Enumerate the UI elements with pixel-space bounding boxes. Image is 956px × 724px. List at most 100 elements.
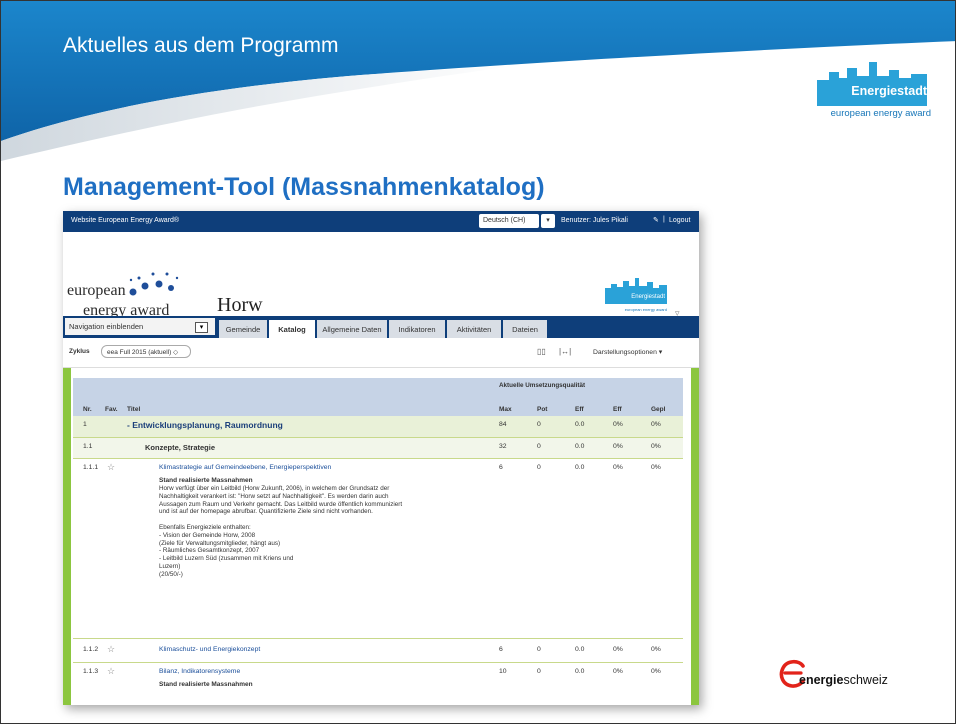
municipality-name: Horw [217,294,263,316]
row-gepl: 0% [651,443,661,450]
row-gepl: 0% [651,668,661,675]
row-eff: 0.0 [575,464,585,471]
site-title[interactable]: Website European Energy Award® [71,217,179,224]
favorite-star-icon[interactable]: ☆ [107,666,115,677]
language-select[interactable]: Deutsch (CH) [479,214,539,228]
group-header: Aktuelle Umsetzungsqualität [499,382,586,389]
row-eff: 0.0 [575,421,585,428]
row-pot: 0 [537,421,541,428]
row-pot: 0 [537,443,541,450]
logo-subtitle: european energy award [830,108,931,119]
col-fav[interactable]: Fav. [105,406,118,413]
row-max: 84 [499,421,507,428]
language-dropdown-button[interactable]: ▾ [541,214,555,228]
row-eff: 0.0 [575,443,585,450]
row-max: 10 [499,668,507,675]
city-skyline-icon [817,62,927,106]
edit-user-icon[interactable]: ✎ [653,216,659,224]
eea-logo-line1: european [67,282,126,299]
row-nr: 1.1 [83,443,93,450]
tab-katalog[interactable]: Katalog [269,320,315,338]
slide: Aktuelles aus dem Programm Energiestadt … [0,0,956,724]
app-navbar: Navigation einblenden ▾ Gemeinde Katalog… [63,316,699,338]
description-text: Horw verfügt über ein Leitbild (Horw Zuk… [159,485,403,578]
col-nr[interactable]: Nr. [83,406,92,413]
row-nr: 1 [83,421,87,428]
left-accent-bar [63,368,71,705]
col-pot[interactable]: Pot [537,406,547,413]
table-header: Aktuelle Umsetzungsqualität Nr. Fav. Tit… [73,378,683,416]
col-eff-percent[interactable]: Eff [613,406,622,413]
logout-link[interactable]: Logout [669,217,690,224]
row-pot: 0 [537,464,541,471]
col-gepl[interactable]: Gepl [651,406,665,413]
eea-dots-icon [129,272,179,296]
row-pot: 0 [537,646,541,653]
energieschweiz-wordmark: energieschweiz [799,673,888,687]
mini-logo-sub: european energy award [625,307,667,312]
energieschweiz-logo: energieschweiz [779,659,929,699]
col-title[interactable]: Titel [127,406,140,413]
row-nr: 1.1.1 [83,464,99,471]
app-banner: european energy award Horw Energiestadt … [63,232,699,319]
row-title[interactable]: - Entwicklungsplanung, Raumordnung [127,420,283,430]
row-eff: 0.0 [575,646,585,653]
catalog-table-area: Aktuelle Umsetzungsqualität Nr. Fav. Tit… [63,368,699,705]
row-gepl: 0% [651,646,661,653]
tab-aktivitaeten[interactable]: Aktivitäten [447,320,501,338]
tab-indikatoren[interactable]: Indikatoren [389,320,445,338]
separator: | [663,216,665,223]
table-row[interactable]: 1 - Entwicklungsplanung, Raumordnung 84 … [73,416,683,438]
row-max: 6 [499,464,503,471]
energiestadt-logo: Energiestadt european energy award [813,58,931,120]
row-nr: 1.1.2 [83,646,99,653]
catalog-toolbar: Zyklus eea Full 2015 (aktuell) ◇ ▯▯ |↔| … [63,338,699,368]
mini-logo-word: Energiestadt [631,294,665,300]
row-title-link[interactable]: Bilanz, Indikatorensysteme [159,668,240,675]
wordmark-rest: schweiz [843,673,888,687]
row-nr: 1.1.3 [83,668,99,675]
row-title[interactable]: Konzepte, Strategie [145,443,215,452]
app-topbar: Website European Energy Award® Deutsch (… [63,211,699,232]
row-gepl: 0% [651,421,661,428]
app-screenshot: Website European Energy Award® Deutsch (… [63,211,699,705]
description-title: Stand realisierte Massnahmen [159,681,253,688]
row-eff-percent: 0% [613,443,623,450]
row-title-link[interactable]: Klimaschutz- und Energiekonzept [159,646,260,653]
col-eff[interactable]: Eff [575,406,584,413]
favorite-star-icon[interactable]: ☆ [107,644,115,655]
tab-gemeinde[interactable]: Gemeinde [219,320,267,338]
row-eff-percent: 0% [613,421,623,428]
row-eff: 0.0 [575,668,585,675]
navigation-toggle-button[interactable]: ▾ [195,322,208,333]
slide-heading: Management-Tool (Massnahmenkatalog) [63,173,545,201]
zyklus-label: Zyklus [69,348,90,355]
zyklus-select[interactable]: eea Full 2015 (aktuell) ◇ [101,345,191,358]
table-row[interactable]: 1.1 Konzepte, Strategie 32 0 0.0 0% 0% [73,438,683,459]
user-label: Benutzer: Jules Pikali [561,217,628,224]
row-eff-percent: 0% [613,668,623,675]
wordmark-bold: energie [799,673,844,687]
header-title: Aktuelles aus dem Programm [63,34,339,57]
row-eff-percent: 0% [613,646,623,653]
expand-columns-icon[interactable]: |↔| [559,347,571,356]
row-eff-percent: 0% [613,464,623,471]
navigation-select[interactable]: Navigation einblenden [65,318,215,335]
table-row[interactable]: 1.1.1 ☆ Klimastrategie auf Gemeindeebene… [73,459,683,639]
logo-word: Energiestadt [851,84,927,98]
display-options-menu[interactable]: Darstellungsoptionen ▾ [593,348,662,356]
tab-dateien[interactable]: Dateien [503,320,547,338]
chart-view-icon[interactable]: ▯▯ [537,347,546,356]
col-max[interactable]: Max [499,406,512,413]
table-row[interactable]: 1.1.3 ☆ Bilanz, Indikatorensysteme 10 0 … [73,663,683,705]
table-row[interactable]: 1.1.2 ☆ Klimaschutz- und Energiekonzept … [73,639,683,663]
favorite-star-icon[interactable]: ☆ [107,462,115,473]
description-title: Stand realisierte Massnahmen [159,477,253,484]
row-max: 6 [499,646,503,653]
tab-allgemeine-daten[interactable]: Allgemeine Daten [317,320,387,338]
row-max: 32 [499,443,507,450]
row-pot: 0 [537,668,541,675]
energiestadt-mini-logo: Energiestadt european energy award [605,278,667,312]
row-title-link[interactable]: Klimastrategie auf Gemeindeebene, Energi… [159,464,331,471]
right-accent-bar [691,368,699,705]
